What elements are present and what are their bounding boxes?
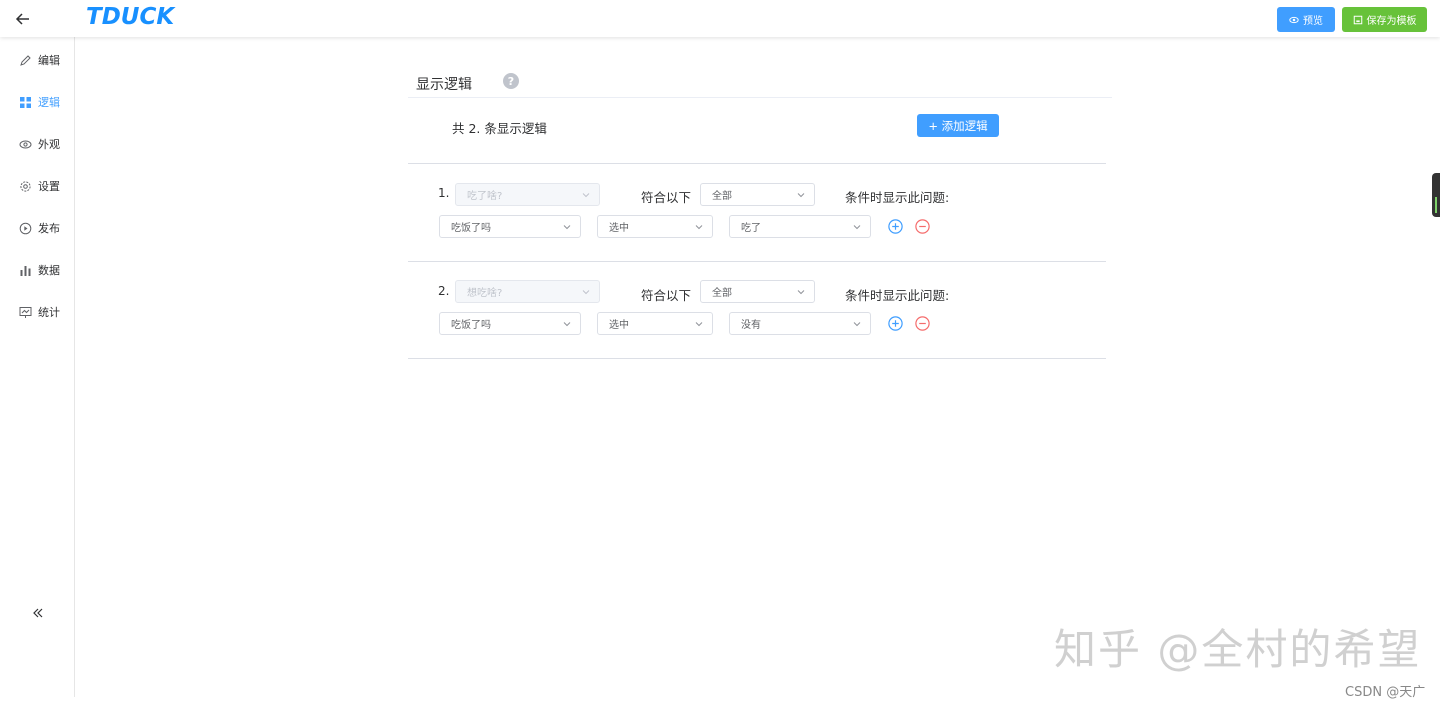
sidebar-item-label: 外观 bbox=[38, 138, 60, 151]
chevron-down-icon bbox=[695, 322, 703, 327]
condition-label: 条件时显示此问题: bbox=[845, 288, 950, 303]
sidebar-item-data[interactable]: 数据 bbox=[0, 256, 74, 284]
field-value: 吃饭了吗 bbox=[451, 223, 491, 234]
sidebar-item-label: 逻辑 bbox=[38, 96, 60, 109]
chevron-down-icon bbox=[695, 225, 703, 230]
app-logo[interactable]: TDUCK bbox=[86, 4, 174, 30]
condition-value: 吃了 bbox=[741, 223, 761, 234]
logic-number: 2. bbox=[438, 284, 450, 298]
eye-icon bbox=[19, 138, 32, 151]
preview-label: 预览 bbox=[1303, 16, 1323, 27]
match-select[interactable]: 全部 bbox=[700, 183, 815, 206]
match-value: 全部 bbox=[712, 288, 732, 299]
chevron-down-icon bbox=[582, 193, 590, 198]
sidebar-item-label: 数据 bbox=[38, 264, 60, 277]
stats-icon bbox=[19, 306, 32, 319]
chevron-down-icon bbox=[563, 225, 571, 230]
sidebar-item-label: 编辑 bbox=[38, 54, 60, 67]
condition-operator-select[interactable]: 选中 bbox=[597, 312, 713, 335]
save-icon bbox=[1353, 15, 1362, 24]
condition-operator-select[interactable]: 选中 bbox=[597, 215, 713, 238]
match-label: 符合以下 bbox=[641, 288, 692, 303]
collapse-sidebar-icon[interactable] bbox=[30, 605, 46, 621]
condition-value-select[interactable]: 吃了 bbox=[729, 215, 871, 238]
sidebar-item-stats[interactable]: 统计 bbox=[0, 298, 74, 326]
field-value: 吃饭了吗 bbox=[451, 320, 491, 331]
sidebar: 编辑 逻辑 外观 设置 发布 数据 统计 bbox=[0, 37, 75, 697]
remove-condition-icon[interactable] bbox=[915, 219, 930, 234]
condition-field-select[interactable]: 吃饭了吗 bbox=[439, 215, 581, 238]
bar-chart-icon bbox=[19, 264, 32, 277]
add-logic-button[interactable]: + 添加逻辑 bbox=[917, 114, 999, 137]
condition-field-select[interactable]: 吃饭了吗 bbox=[439, 312, 581, 335]
question-select: 吃了啥? bbox=[455, 183, 600, 206]
remove-condition-icon[interactable] bbox=[915, 316, 930, 331]
add-condition-icon[interactable] bbox=[888, 219, 903, 234]
sidebar-item-label: 统计 bbox=[38, 306, 60, 319]
sidebar-item-logic[interactable]: 逻辑 bbox=[0, 88, 74, 116]
question-value: 想吃啥? bbox=[467, 288, 503, 299]
sidebar-item-appearance[interactable]: 外观 bbox=[0, 130, 74, 158]
operator-value: 选中 bbox=[609, 223, 629, 234]
condition-value: 没有 bbox=[741, 320, 761, 331]
save-template-label: 保存为模板 bbox=[1366, 16, 1417, 27]
help-icon[interactable]: ? bbox=[503, 73, 519, 89]
match-value: 全部 bbox=[712, 191, 732, 202]
watermark: 知乎 @全村的希望 bbox=[1054, 625, 1422, 674]
back-arrow-icon[interactable] bbox=[12, 8, 34, 30]
chevron-down-icon bbox=[853, 225, 861, 230]
top-bar: TDUCK 预览 保存为模板 bbox=[0, 0, 1440, 37]
chevron-down-icon bbox=[797, 193, 805, 198]
sidebar-item-edit[interactable]: 编辑 bbox=[0, 46, 74, 74]
logic-number: 1. bbox=[438, 186, 450, 200]
question-select: 想吃啥? bbox=[455, 280, 600, 303]
play-circle-icon bbox=[19, 222, 32, 235]
sidebar-item-settings[interactable]: 设置 bbox=[0, 172, 74, 200]
side-widget-handle[interactable] bbox=[1432, 173, 1440, 217]
page-title: 显示逻辑 bbox=[416, 77, 472, 93]
operator-value: 选中 bbox=[609, 320, 629, 331]
gear-icon bbox=[19, 180, 32, 193]
sidebar-item-label: 设置 bbox=[38, 180, 60, 193]
eye-icon bbox=[1289, 16, 1299, 23]
chevron-down-icon bbox=[797, 290, 805, 295]
condition-value-select[interactable]: 没有 bbox=[729, 312, 871, 335]
match-label: 符合以下 bbox=[641, 190, 692, 205]
chevron-down-icon bbox=[582, 290, 590, 295]
divider bbox=[408, 163, 1106, 164]
question-value: 吃了啥? bbox=[467, 191, 503, 202]
divider bbox=[408, 97, 1112, 98]
match-select[interactable]: 全部 bbox=[700, 280, 815, 303]
divider bbox=[408, 358, 1106, 359]
chevron-down-icon bbox=[563, 322, 571, 327]
sidebar-item-publish[interactable]: 发布 bbox=[0, 214, 74, 242]
preview-button[interactable]: 预览 bbox=[1277, 7, 1335, 32]
chevron-down-icon bbox=[853, 322, 861, 327]
logic-count-text: 共 2. 条显示逻辑 bbox=[452, 121, 547, 136]
edit-icon bbox=[19, 54, 32, 67]
divider bbox=[408, 261, 1106, 262]
condition-label: 条件时显示此问题: bbox=[845, 190, 950, 205]
save-template-button[interactable]: 保存为模板 bbox=[1342, 7, 1427, 32]
sidebar-item-label: 发布 bbox=[38, 222, 60, 235]
credit-text: CSDN @天广 bbox=[1345, 685, 1426, 700]
add-condition-icon[interactable] bbox=[888, 316, 903, 331]
logic-grid-icon bbox=[19, 96, 32, 109]
